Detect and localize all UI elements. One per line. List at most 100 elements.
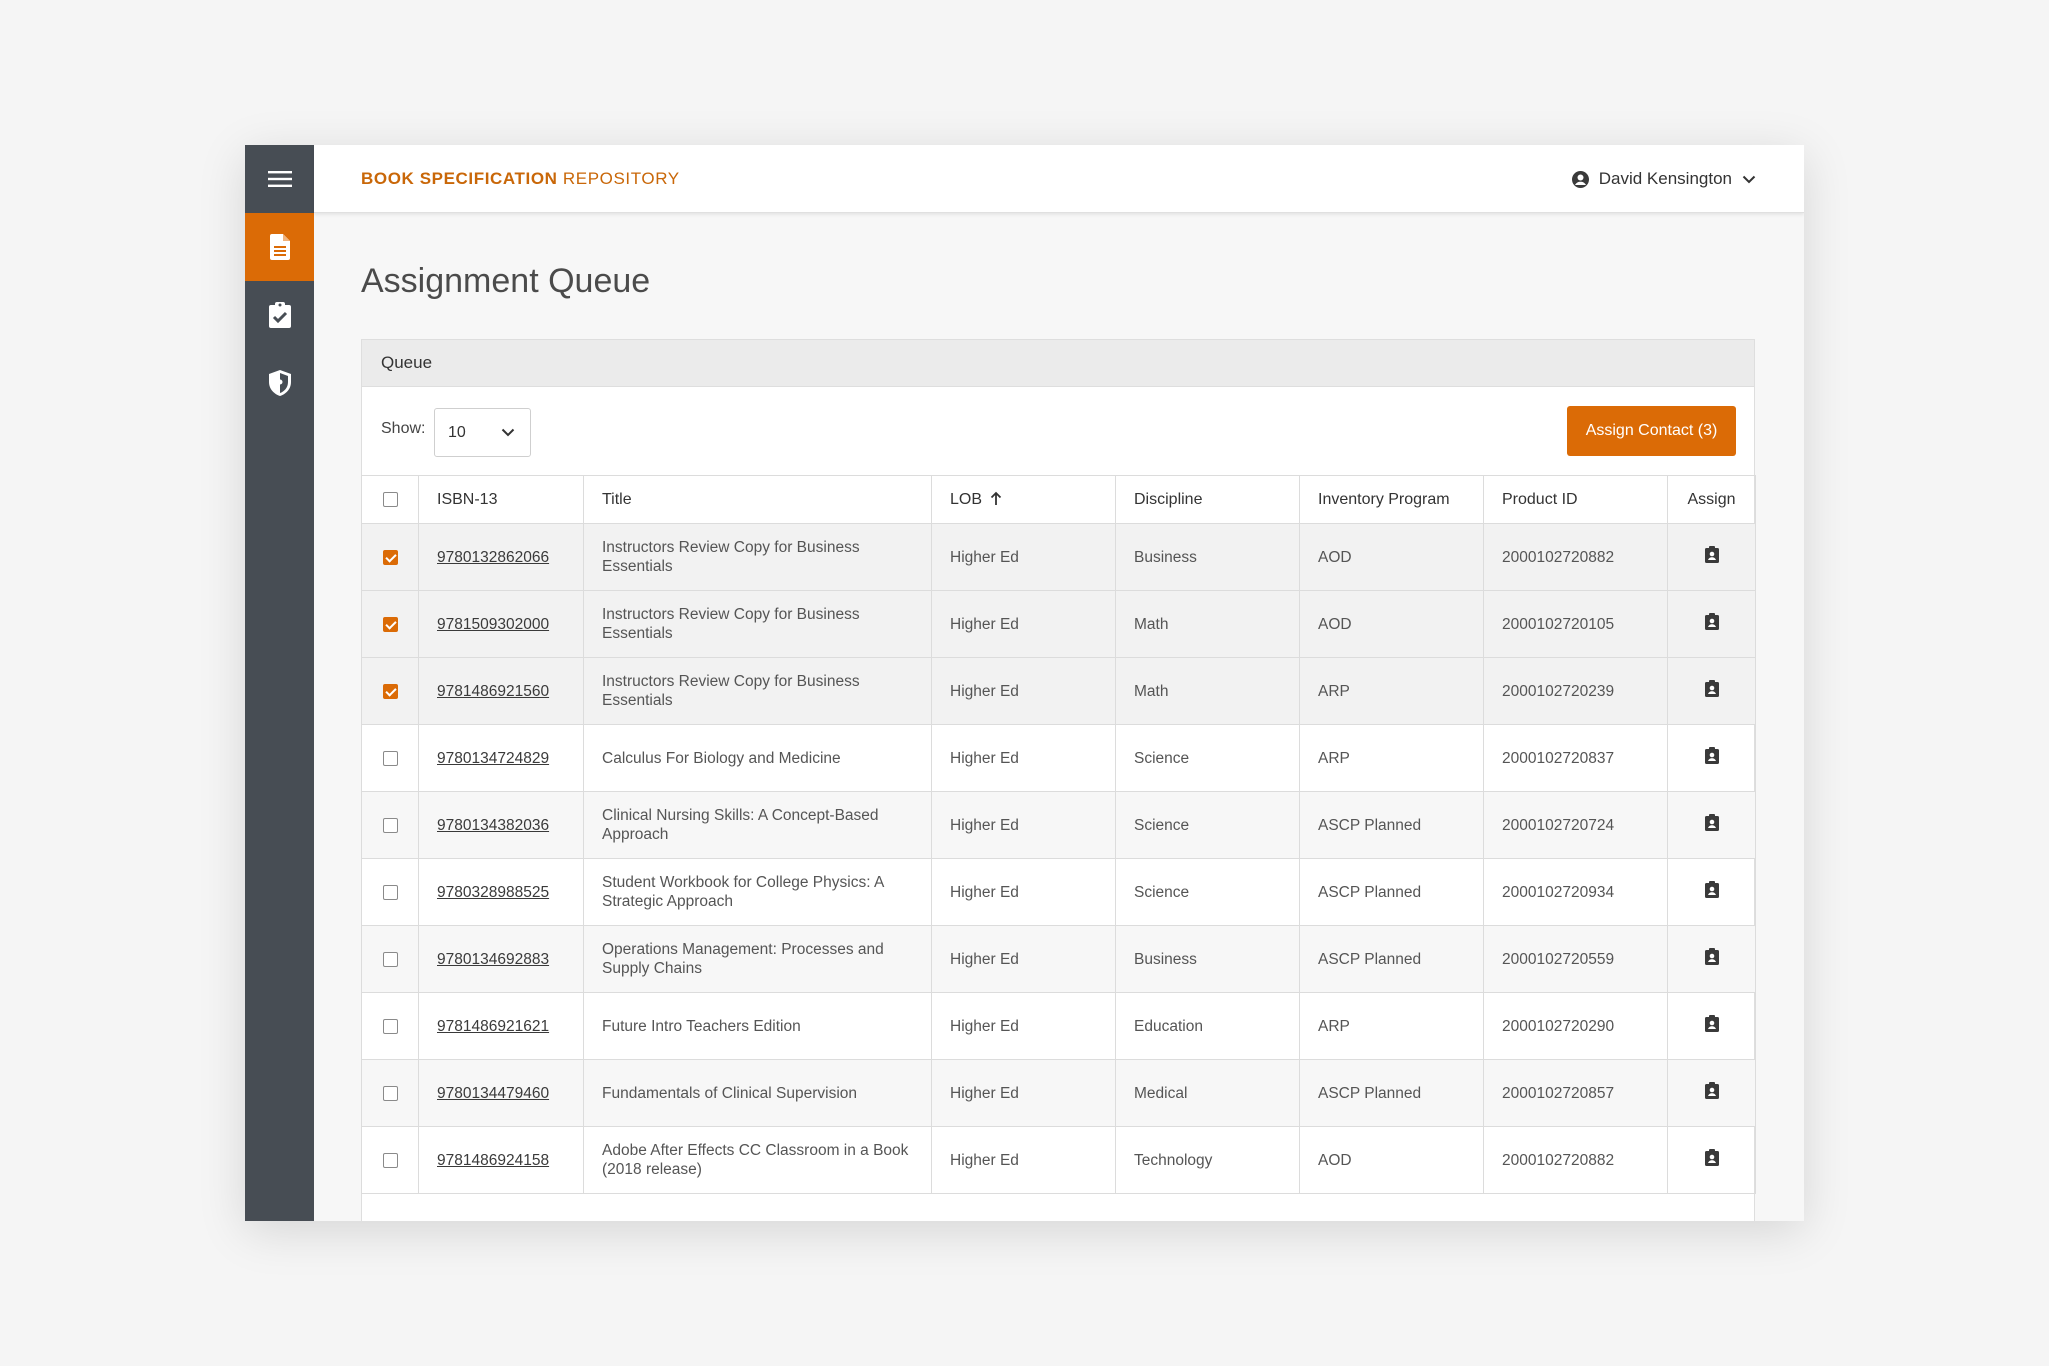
row-checkbox[interactable] bbox=[382, 750, 398, 766]
assign-contact-icon[interactable] bbox=[1704, 1015, 1719, 1037]
page-size-select[interactable]: 10 bbox=[434, 408, 531, 457]
assign-contact-button[interactable]: Assign Contact (3) bbox=[1567, 406, 1736, 456]
assign-cell bbox=[1667, 1059, 1756, 1127]
title-cell: Operations Management: Processes and Sup… bbox=[583, 925, 932, 993]
assign-contact-icon[interactable] bbox=[1704, 680, 1719, 702]
assign-contact-icon[interactable] bbox=[1704, 1149, 1719, 1171]
chevron-down-icon bbox=[501, 428, 515, 437]
row-checkbox[interactable] bbox=[382, 884, 398, 900]
isbn-link[interactable]: 9780134479460 bbox=[437, 1085, 549, 1102]
row-checkbox[interactable] bbox=[382, 1085, 398, 1101]
row-select-cell bbox=[361, 925, 419, 993]
isbn-link[interactable]: 9780134382036 bbox=[437, 817, 549, 834]
discipline-cell: Science bbox=[1115, 791, 1300, 859]
queue-card: Queue Show: 10 Assign Contact (3) ISBN-1… bbox=[361, 339, 1756, 1221]
row-select-cell bbox=[361, 657, 419, 725]
column-header-isbn[interactable]: ISBN-13 bbox=[418, 475, 584, 524]
isbn-cell: 9780134479460 bbox=[418, 1059, 584, 1127]
column-header-lob[interactable]: LOB bbox=[931, 475, 1116, 524]
table-row[interactable]: 9780134479460 Fundamentals of Clinical Su… bbox=[361, 1059, 1756, 1127]
table-row[interactable]: 9780134724829 Calculus For Biology and Me… bbox=[361, 724, 1756, 792]
discipline-cell: Business bbox=[1115, 523, 1300, 591]
row-checkbox[interactable] bbox=[382, 951, 398, 967]
select-all-cell bbox=[361, 475, 419, 524]
table-row[interactable]: 9780328988525 Student Workbook for Colleg… bbox=[361, 858, 1756, 926]
lob-cell: Higher Ed bbox=[931, 992, 1116, 1060]
lob-cell: Higher Ed bbox=[931, 1126, 1116, 1194]
assign-cell bbox=[1667, 992, 1756, 1060]
hamburger-menu-button[interactable] bbox=[245, 145, 314, 213]
assign-contact-icon[interactable] bbox=[1704, 814, 1719, 836]
queue-table: ISBN-13 Title LOB Discipline Inventory P… bbox=[361, 475, 1756, 1194]
row-select-cell bbox=[361, 590, 419, 658]
isbn-link[interactable]: 9781486921560 bbox=[437, 683, 549, 700]
user-name: David Kensington bbox=[1598, 169, 1732, 188]
table-row[interactable]: 9780134382036 Clinical Nursing Skills: A … bbox=[361, 791, 1756, 859]
page-title: Assignment Queue bbox=[361, 262, 651, 300]
lob-cell: Higher Ed bbox=[931, 657, 1116, 725]
title-cell: Student Workbook for College Physics: A … bbox=[583, 858, 932, 926]
isbn-cell: 9780328988525 bbox=[418, 858, 584, 926]
top-bar: BOOK SPECIFICATION REPOSITORY David Kens… bbox=[314, 145, 1804, 213]
table-row[interactable]: 9781486924158 Adobe After Effects CC Clas… bbox=[361, 1126, 1756, 1194]
isbn-cell: 9780134382036 bbox=[418, 791, 584, 859]
column-header-title[interactable]: Title bbox=[583, 475, 932, 524]
sidebar-item-security[interactable] bbox=[245, 349, 314, 417]
user-menu[interactable]: David Kensington bbox=[1571, 169, 1756, 189]
sidebar-item-documents[interactable] bbox=[245, 213, 314, 281]
assign-cell bbox=[1667, 925, 1756, 993]
product-id-cell: 2000102720559 bbox=[1483, 925, 1668, 993]
column-header-discipline[interactable]: Discipline bbox=[1115, 475, 1300, 524]
assign-contact-icon[interactable] bbox=[1704, 747, 1719, 769]
document-icon bbox=[269, 234, 290, 260]
lob-cell: Higher Ed bbox=[931, 1059, 1116, 1127]
isbn-cell: 9781486921621 bbox=[418, 992, 584, 1060]
title-cell: Instructors Review Copy for Business Ess… bbox=[583, 657, 932, 725]
column-header-product-id[interactable]: Product ID bbox=[1483, 475, 1668, 524]
product-id-cell: 2000102720857 bbox=[1483, 1059, 1668, 1127]
discipline-cell: Technology bbox=[1115, 1126, 1300, 1194]
sidebar-item-assignments[interactable] bbox=[245, 281, 314, 349]
table-row[interactable]: 9781486921621 Future Intro Teachers Editi… bbox=[361, 992, 1756, 1060]
discipline-cell: Math bbox=[1115, 590, 1300, 658]
assign-contact-icon[interactable] bbox=[1704, 1082, 1719, 1104]
assign-contact-icon[interactable] bbox=[1704, 881, 1719, 903]
product-id-cell: 2000102720105 bbox=[1483, 590, 1668, 658]
isbn-link[interactable]: 9781509302000 bbox=[437, 616, 549, 633]
table-row[interactable]: 9780134692883 Operations Management: Proc… bbox=[361, 925, 1756, 993]
title-cell: Instructors Review Copy for Business Ess… bbox=[583, 523, 932, 591]
user-circle-icon bbox=[1571, 170, 1589, 188]
isbn-link[interactable]: 9780134724829 bbox=[437, 750, 549, 767]
discipline-cell: Science bbox=[1115, 858, 1300, 926]
inventory-program-cell: AOD bbox=[1299, 523, 1484, 591]
column-header-inventory-program[interactable]: Inventory Program bbox=[1299, 475, 1484, 524]
clipboard-check-icon bbox=[268, 302, 291, 328]
row-checkbox[interactable] bbox=[382, 549, 398, 565]
select-all-checkbox[interactable] bbox=[382, 491, 398, 507]
row-checkbox[interactable] bbox=[382, 817, 398, 833]
row-checkbox[interactable] bbox=[382, 616, 398, 632]
assign-cell bbox=[1667, 523, 1756, 591]
isbn-link[interactable]: 9780134692883 bbox=[437, 951, 549, 968]
lob-cell: Higher Ed bbox=[931, 590, 1116, 658]
isbn-link[interactable]: 9780328988525 bbox=[437, 884, 549, 901]
discipline-cell: Business bbox=[1115, 925, 1300, 993]
isbn-cell: 9781486924158 bbox=[418, 1126, 584, 1194]
assign-contact-icon[interactable] bbox=[1704, 613, 1719, 635]
assign-cell bbox=[1667, 1126, 1756, 1194]
assign-cell bbox=[1667, 858, 1756, 926]
assign-contact-icon[interactable] bbox=[1704, 948, 1719, 970]
row-checkbox[interactable] bbox=[382, 1018, 398, 1034]
isbn-cell: 9780134724829 bbox=[418, 724, 584, 792]
assign-contact-icon[interactable] bbox=[1704, 546, 1719, 568]
table-row[interactable]: 9781509302000 Instructors Review Copy for… bbox=[361, 590, 1756, 658]
main-content: BOOK SPECIFICATION REPOSITORY David Kens… bbox=[314, 145, 1804, 1221]
table-row[interactable]: 9780132862066 Instructors Review Copy for… bbox=[361, 523, 1756, 591]
row-checkbox[interactable] bbox=[382, 683, 398, 699]
table-row[interactable]: 9781486921560 Instructors Review Copy for… bbox=[361, 657, 1756, 725]
isbn-link[interactable]: 9780132862066 bbox=[437, 549, 549, 566]
isbn-link[interactable]: 9781486924158 bbox=[437, 1152, 549, 1169]
row-checkbox[interactable] bbox=[382, 1152, 398, 1168]
inventory-program-cell: ARP bbox=[1299, 992, 1484, 1060]
isbn-link[interactable]: 9781486921621 bbox=[437, 1018, 549, 1035]
